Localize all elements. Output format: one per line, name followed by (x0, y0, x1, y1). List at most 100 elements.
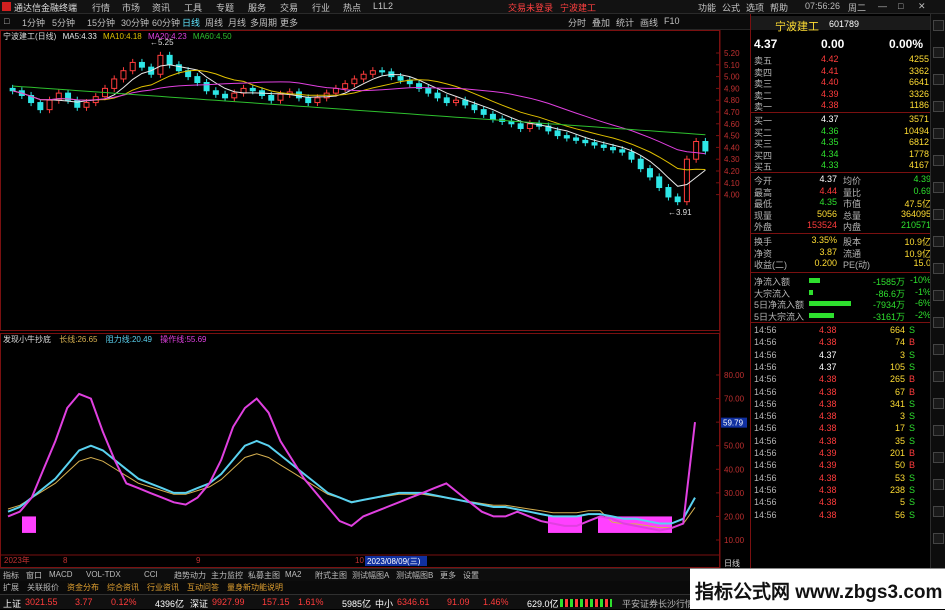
close-icon[interactable]: ✕ (918, 1, 926, 12)
toolbar-item[interactable]: 周线 (205, 16, 223, 29)
main-chart-frame (0, 30, 720, 331)
sub-tab[interactable]: 综合资讯 (107, 582, 139, 593)
indicator-tab[interactable]: VOL-TDX (86, 570, 121, 579)
indicator-tab[interactable]: 测试幅图A (352, 570, 389, 581)
toolbar-right-item[interactable]: 分时 (568, 16, 586, 29)
tick-volume: 67 (894, 386, 905, 397)
sub-tab[interactable]: 行业资讯 (147, 582, 179, 593)
tick-side: S (909, 435, 916, 446)
toolbar-item[interactable]: 更多 (280, 16, 298, 29)
sidebar-icon[interactable] (933, 155, 944, 166)
indicator-tab[interactable]: CCI (144, 570, 158, 579)
sidebar-icon[interactable] (933, 128, 944, 139)
indicator-tab[interactable]: 主力监控 (211, 570, 243, 581)
menu-right-item[interactable]: 选项 (746, 1, 764, 14)
indicator-tab[interactable]: MACD (49, 570, 73, 579)
stat-value: 5056 (816, 208, 837, 219)
sidebar-icon[interactable] (933, 425, 944, 436)
sub-tab[interactable]: 扩展 (3, 582, 19, 593)
stock-tag[interactable]: 宁波建工 (560, 1, 596, 14)
menu-bar: 通达信金融终端 行情 市场 资讯 工具 专题 服务 交易 行业 热点 L1L2 … (0, 0, 945, 14)
indicator-tab[interactable]: 更多 (440, 570, 456, 581)
flow-pct: -10% (909, 275, 931, 285)
toolbar-right-item[interactable]: 叠加 (592, 16, 610, 29)
menu-item[interactable]: 资讯 (152, 1, 170, 14)
toolbar-item[interactable]: 月线 (228, 16, 246, 29)
indicator-current-value: 59.79 (723, 419, 744, 428)
sidebar-icon[interactable] (933, 101, 944, 112)
indicator-tab[interactable]: 设置 (463, 570, 479, 581)
indicator-tab[interactable]: 附式主图 (315, 570, 347, 581)
toolbar-right-item[interactable]: 画线 (640, 16, 658, 29)
sub-tab[interactable]: 关联报价 (27, 582, 59, 593)
candle-body (610, 146, 617, 151)
toolbar-item[interactable]: 30分钟 (121, 16, 149, 29)
toolbar-right-item[interactable]: 统计 (616, 16, 634, 29)
indicator-tab[interactable]: 私募主图 (248, 570, 280, 581)
toolbar-item[interactable]: □ (4, 16, 9, 26)
flow-label: 5日大宗流入 (754, 311, 805, 322)
sidebar-icon[interactable] (933, 236, 944, 247)
toolbar-item[interactable]: 60分钟 (152, 16, 180, 29)
sub-tab[interactable]: 量身新功能说明 (227, 582, 283, 593)
stat-value: 47.5亿 (904, 199, 931, 210)
menu-item[interactable]: 热点 (343, 1, 361, 14)
sub-tab[interactable]: 互动问答 (187, 582, 219, 593)
menu-right-item[interactable]: 功能 (698, 1, 716, 14)
menu-right-item[interactable]: 公式 (722, 1, 740, 14)
sidebar-icon[interactable] (933, 317, 944, 328)
toolbar-right-item[interactable]: F10 (664, 16, 680, 26)
toolbar-item[interactable]: 15分钟 (87, 16, 115, 29)
menu-item[interactable]: 市场 (122, 1, 140, 14)
indicator-tab[interactable]: MA2 (285, 570, 301, 579)
ask-volume: 3326 (908, 88, 929, 99)
toolbar-item[interactable]: 1分钟 (22, 16, 45, 29)
menu-item[interactable]: 工具 (184, 1, 202, 14)
sidebar-icon[interactable] (933, 74, 944, 85)
sub-tab[interactable]: 资金分布 (67, 582, 99, 593)
sidebar-icon[interactable] (933, 344, 944, 355)
menu-item[interactable]: 行业 (312, 1, 330, 14)
sidebar-icon[interactable] (933, 533, 944, 544)
chart-area[interactable]: ←5.25←3.91 5.205.105.004.904.804.704.604… (0, 30, 750, 568)
sidebar-icon[interactable] (933, 506, 944, 517)
candle-body (554, 130, 561, 137)
restore-icon[interactable]: □ (898, 1, 903, 11)
indicator-tab[interactable]: 窗口 (26, 570, 42, 581)
sidebar-icon[interactable] (933, 182, 944, 193)
sidebar-icon[interactable] (933, 371, 944, 382)
index-name[interactable]: 深证 (190, 597, 208, 610)
bid-label: 买五 (754, 162, 773, 173)
menu-item[interactable]: L1L2 (373, 1, 393, 11)
index-amount: 629.0亿 (527, 599, 559, 609)
toolbar-item[interactable]: 5分钟 (52, 16, 75, 29)
toolbar-item-active[interactable]: 日线 (182, 16, 200, 29)
trade-login[interactable]: 交易未登录 (508, 1, 553, 14)
menu-right-item[interactable]: 帮助 (770, 1, 788, 14)
candle-body (203, 82, 210, 92)
sidebar-icon[interactable] (933, 20, 944, 31)
sidebar-icon[interactable] (933, 263, 944, 274)
sidebar-icon[interactable] (933, 479, 944, 490)
sidebar-icon[interactable] (933, 452, 944, 463)
indicator-tab[interactable]: 指标 (3, 570, 19, 581)
sidebar-icon[interactable] (933, 290, 944, 301)
indicator-tab[interactable]: 测试幅图B (396, 570, 433, 581)
index-change: 157.15 (262, 597, 290, 607)
menu-item[interactable]: 服务 (248, 1, 266, 14)
indicator-tab[interactable]: 趋势动力 (174, 570, 206, 581)
sidebar-icon[interactable] (933, 209, 944, 220)
flow-value: -3161万 (872, 311, 905, 322)
operation-series (7, 392, 696, 532)
sidebar-icon[interactable] (933, 47, 944, 58)
minimize-icon[interactable]: — (878, 1, 887, 11)
tick-price: 4.38 (819, 411, 837, 422)
toolbar-item[interactable]: 多周期 (250, 16, 277, 29)
menu-item[interactable]: 行情 (92, 1, 110, 14)
sidebar-icon[interactable] (933, 398, 944, 409)
index-name[interactable]: 上证 (3, 597, 21, 610)
menu-item[interactable]: 交易 (280, 1, 298, 14)
watermark-banner: 指标公式网 www.zbgs3.com (690, 568, 945, 609)
menu-item[interactable]: 专题 (216, 1, 234, 14)
index-name[interactable]: 中小 (375, 597, 393, 610)
